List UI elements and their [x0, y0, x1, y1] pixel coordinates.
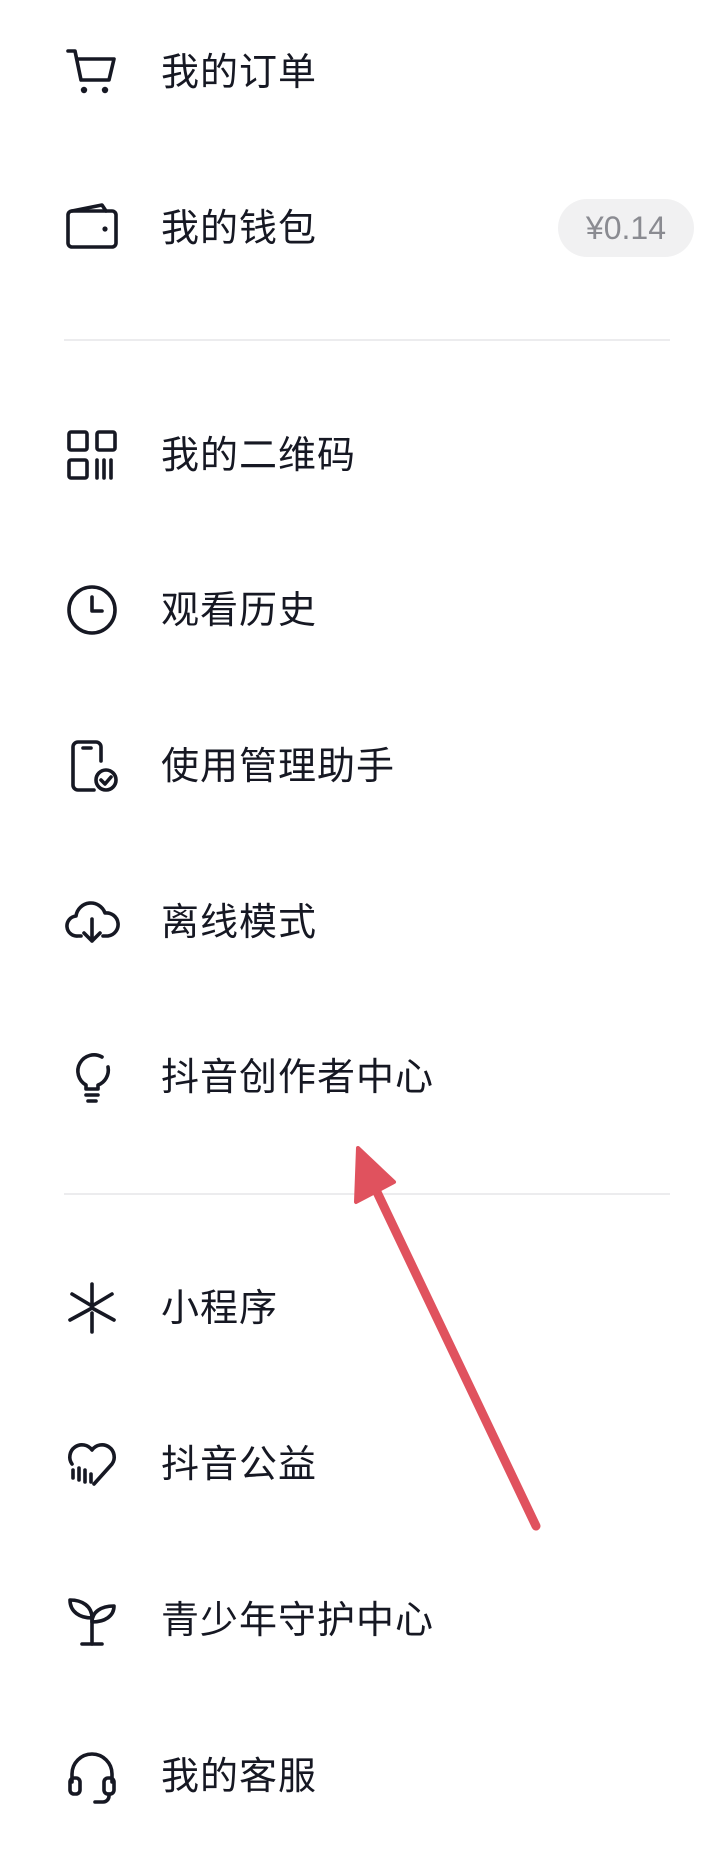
menu-item-label: 我的客服: [161, 1754, 318, 1798]
menu-item-label: 我的钱包: [161, 206, 318, 250]
menu-item-youth-protection[interactable]: 青少年守护中心: [0, 1560, 728, 1680]
menu-item-label: 使用管理助手: [161, 744, 396, 788]
qrcode-icon: [64, 427, 120, 483]
wallet-balance-badge: ¥0.14: [557, 199, 694, 257]
menu-item-label: 观看历史: [161, 588, 318, 632]
menu-item-qrcode[interactable]: 我的二维码: [0, 395, 728, 515]
headset-icon: [64, 1748, 120, 1804]
wallet-icon: [64, 200, 120, 256]
menu-item-label: 青少年守护中心: [161, 1598, 435, 1642]
menu-item-customer-service[interactable]: 我的客服: [0, 1716, 728, 1836]
menu-item-wallet[interactable]: 我的钱包 ¥0.14: [0, 168, 728, 288]
menu-item-label: 小程序: [161, 1286, 279, 1330]
menu-item-usage-manager[interactable]: 使用管理助手: [0, 706, 728, 826]
menu-item-label: 抖音创作者中心: [161, 1055, 435, 1099]
mini-program-icon: [64, 1280, 120, 1336]
menu-item-label: 离线模式: [161, 900, 318, 944]
cloud-download-icon: [64, 894, 120, 950]
menu-item-offline[interactable]: 离线模式: [0, 862, 728, 982]
menu-item-label: 我的二维码: [161, 433, 357, 477]
menu-item-orders[interactable]: 我的订单: [0, 12, 728, 132]
menu-item-charity[interactable]: 抖音公益: [0, 1404, 728, 1524]
menu-item-label: 抖音公益: [161, 1442, 318, 1486]
section-divider: [64, 339, 670, 341]
clock-icon: [64, 582, 120, 638]
menu-item-creator-center[interactable]: 抖音创作者中心: [0, 1017, 728, 1137]
lightbulb-icon: [64, 1049, 120, 1105]
menu-item-history[interactable]: 观看历史: [0, 550, 728, 670]
sprout-icon: [64, 1592, 120, 1648]
menu-item-mini-programs[interactable]: 小程序: [0, 1248, 728, 1368]
heart-icon: [64, 1436, 120, 1492]
section-divider: [64, 1193, 670, 1195]
phone-check-icon: [64, 738, 120, 794]
menu-item-label: 我的订单: [161, 50, 318, 94]
cart-icon: [64, 44, 120, 100]
